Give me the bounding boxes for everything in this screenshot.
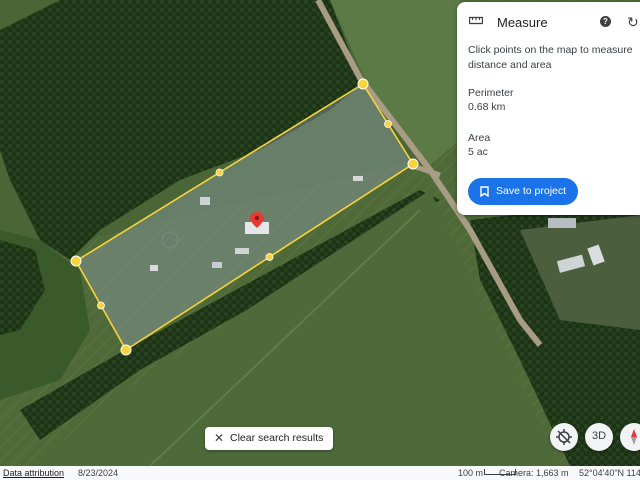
measure-panel-header: Measure ? ↻ bbox=[457, 2, 640, 42]
panel-title: Measure bbox=[497, 15, 548, 30]
area-value: 5 ac bbox=[468, 146, 488, 158]
3d-label: 3D bbox=[591, 430, 607, 442]
measure-instruction: Click points on the map to measure dista… bbox=[468, 44, 633, 71]
refresh-icon[interactable]: ↻ bbox=[627, 14, 639, 31]
status-bar: Data attribution 8/23/2024 100 m Camera:… bbox=[0, 466, 640, 480]
scale-label: 100 m bbox=[458, 468, 484, 478]
3d-toggle-button[interactable]: 3D bbox=[585, 423, 613, 451]
save-to-project-button[interactable]: Save to project bbox=[468, 178, 578, 205]
perimeter-label: Perimeter bbox=[468, 87, 514, 99]
measure-panel: Measure ? ↻ Click points on the map to m… bbox=[457, 2, 640, 215]
hide-location-button[interactable] bbox=[550, 423, 578, 451]
area-label: Area bbox=[468, 132, 491, 144]
compass-icon bbox=[631, 429, 637, 445]
clear-search-results-button[interactable]: ✕ Clear search results bbox=[205, 427, 333, 450]
perimeter-value: 0.68 km bbox=[468, 101, 506, 113]
bookmark-icon bbox=[480, 186, 489, 197]
imagery-date: 8/23/2024 bbox=[78, 468, 119, 478]
help-icon[interactable]: ? bbox=[600, 16, 611, 27]
clear-search-results-label: Clear search results bbox=[230, 432, 324, 444]
camera-altitude: Camera: 1,663 m bbox=[499, 468, 569, 478]
coordinates: 52°04'40"N 114 bbox=[579, 468, 640, 478]
data-attribution-link[interactable]: Data attribution bbox=[3, 468, 64, 478]
compass-button[interactable] bbox=[620, 423, 640, 451]
ruler-icon bbox=[469, 16, 483, 25]
pin-slash-icon bbox=[556, 429, 572, 445]
close-icon: ✕ bbox=[214, 431, 225, 445]
save-to-project-label: Save to project bbox=[496, 185, 567, 197]
